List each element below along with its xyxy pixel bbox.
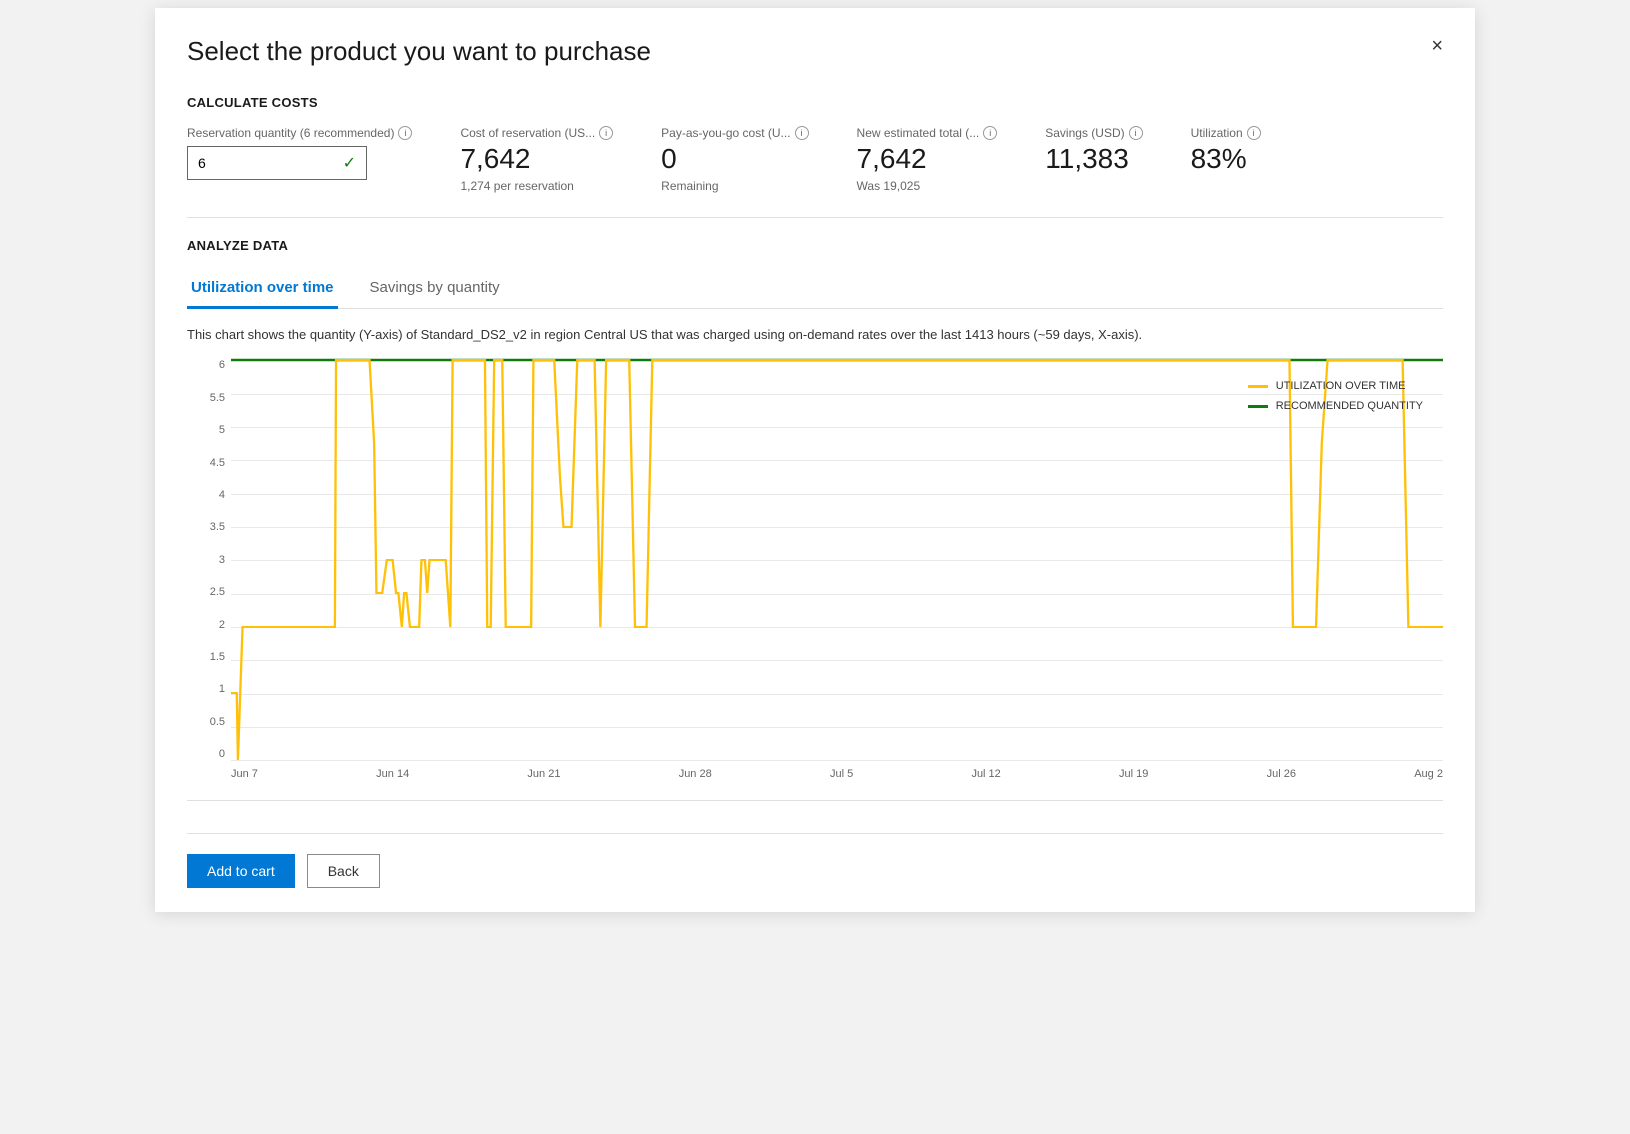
utilization-value: 83% bbox=[1191, 144, 1261, 175]
savings-label: Savings (USD) i bbox=[1045, 126, 1142, 140]
utilization-info-icon[interactable]: i bbox=[1247, 126, 1261, 140]
quantity-field: Reservation quantity (6 recommended) i ✓ bbox=[187, 126, 412, 180]
legend-recommended-item: RECOMMENDED QUANTITY bbox=[1248, 400, 1423, 412]
x-axis: Jun 7 Jun 14 Jun 21 Jun 28 Jul 5 Jul 12 … bbox=[231, 768, 1443, 780]
back-button[interactable]: Back bbox=[307, 854, 380, 888]
add-to-cart-button[interactable]: Add to cart bbox=[187, 854, 295, 888]
grid-0 bbox=[231, 760, 1443, 761]
cost-reservation-field: Cost of reservation (US... i 7,642 1,274… bbox=[460, 126, 613, 193]
savings-field: Savings (USD) i 11,383 bbox=[1045, 126, 1142, 175]
analyze-section-title: Analyze data bbox=[187, 238, 1443, 253]
x-label-jun14: Jun 14 bbox=[376, 768, 409, 780]
cost-reservation-value: 7,642 bbox=[460, 144, 613, 175]
cost-reservation-label: Cost of reservation (US... i bbox=[460, 126, 613, 140]
quantity-input[interactable] bbox=[198, 155, 318, 171]
x-label-jun7: Jun 7 bbox=[231, 768, 258, 780]
y-label-0: 0 bbox=[219, 749, 225, 760]
paygo-sub: Remaining bbox=[661, 179, 808, 193]
legend-utilization-line bbox=[1248, 385, 1268, 388]
utilization-line bbox=[231, 360, 1443, 760]
y-label-25: 2.5 bbox=[210, 587, 225, 598]
x-label-jun28: Jun 28 bbox=[679, 768, 712, 780]
paygo-value: 0 bbox=[661, 144, 808, 175]
quantity-input-wrap: ✓ bbox=[187, 146, 367, 180]
legend-utilization-item: UTILIZATION OVER TIME bbox=[1248, 380, 1423, 392]
chart-container: 6 5.5 5 4.5 4 3.5 3 2.5 2 1.5 1 0.5 0 bbox=[187, 360, 1443, 780]
x-label-jul5: Jul 5 bbox=[830, 768, 853, 780]
y-label-45: 4.5 bbox=[210, 458, 225, 469]
calculate-section: Calculate costs Reservation quantity (6 … bbox=[187, 95, 1443, 193]
close-button[interactable]: × bbox=[1423, 32, 1451, 60]
y-label-55: 5.5 bbox=[210, 393, 225, 404]
chart-svg bbox=[231, 360, 1443, 760]
cost-reservation-info-icon[interactable]: i bbox=[599, 126, 613, 140]
dialog: Select the product you want to purchase … bbox=[155, 8, 1475, 912]
divider-2 bbox=[187, 800, 1443, 801]
y-label-35: 3.5 bbox=[210, 522, 225, 533]
paygo-info-icon[interactable]: i bbox=[795, 126, 809, 140]
legend: UTILIZATION OVER TIME RECOMMENDED QUANTI… bbox=[1248, 380, 1423, 412]
analyze-section: Analyze data Utilization over time Savin… bbox=[187, 238, 1443, 781]
savings-info-icon[interactable]: i bbox=[1129, 126, 1143, 140]
new-estimated-info-icon[interactable]: i bbox=[983, 126, 997, 140]
x-label-jul12: Jul 12 bbox=[971, 768, 1000, 780]
utilization-field: Utilization i 83% bbox=[1191, 126, 1261, 175]
dialog-title: Select the product you want to purchase bbox=[187, 36, 1443, 67]
x-label-jun21: Jun 21 bbox=[527, 768, 560, 780]
y-label-3: 3 bbox=[219, 555, 225, 566]
y-label-05: 0.5 bbox=[210, 717, 225, 728]
new-estimated-label: New estimated total (... i bbox=[857, 126, 998, 140]
quantity-label: Reservation quantity (6 recommended) i bbox=[187, 126, 412, 140]
calculate-section-title: Calculate costs bbox=[187, 95, 1443, 110]
footer-buttons: Add to cart Back bbox=[187, 833, 1443, 888]
paygo-field: Pay-as-you-go cost (U... i 0 Remaining bbox=[661, 126, 808, 193]
utilization-label: Utilization i bbox=[1191, 126, 1261, 140]
x-label-jul19: Jul 19 bbox=[1119, 768, 1148, 780]
quantity-info-icon[interactable]: i bbox=[398, 126, 412, 140]
y-label-1: 1 bbox=[219, 684, 225, 695]
savings-value: 11,383 bbox=[1045, 144, 1142, 175]
y-label-15: 1.5 bbox=[210, 652, 225, 663]
legend-utilization-label: UTILIZATION OVER TIME bbox=[1276, 380, 1406, 392]
y-label-2: 2 bbox=[219, 620, 225, 631]
y-label-4: 4 bbox=[219, 490, 225, 501]
check-icon: ✓ bbox=[343, 153, 356, 173]
cost-row: Reservation quantity (6 recommended) i ✓… bbox=[187, 126, 1443, 193]
y-label-6: 6 bbox=[219, 360, 225, 371]
divider-1 bbox=[187, 217, 1443, 218]
tabs: Utilization over time Savings by quantit… bbox=[187, 269, 1443, 309]
chart-description: This chart shows the quantity (Y-axis) o… bbox=[187, 325, 1443, 345]
new-estimated-field: New estimated total (... i 7,642 Was 19,… bbox=[857, 126, 998, 193]
new-estimated-sub: Was 19,025 bbox=[857, 179, 998, 193]
chart-inner: UTILIZATION OVER TIME RECOMMENDED QUANTI… bbox=[231, 360, 1443, 760]
tab-savings[interactable]: Savings by quantity bbox=[366, 269, 504, 309]
y-axis: 6 5.5 5 4.5 4 3.5 3 2.5 2 1.5 1 0.5 0 bbox=[187, 360, 231, 760]
paygo-label: Pay-as-you-go cost (U... i bbox=[661, 126, 808, 140]
new-estimated-value: 7,642 bbox=[857, 144, 998, 175]
legend-recommended-label: RECOMMENDED QUANTITY bbox=[1276, 400, 1423, 412]
x-label-aug2: Aug 2 bbox=[1414, 768, 1443, 780]
tab-utilization[interactable]: Utilization over time bbox=[187, 269, 338, 309]
y-label-5: 5 bbox=[219, 425, 225, 436]
cost-reservation-sub: 1,274 per reservation bbox=[460, 179, 613, 193]
legend-recommended-line bbox=[1248, 405, 1268, 408]
x-label-jul26: Jul 26 bbox=[1267, 768, 1296, 780]
